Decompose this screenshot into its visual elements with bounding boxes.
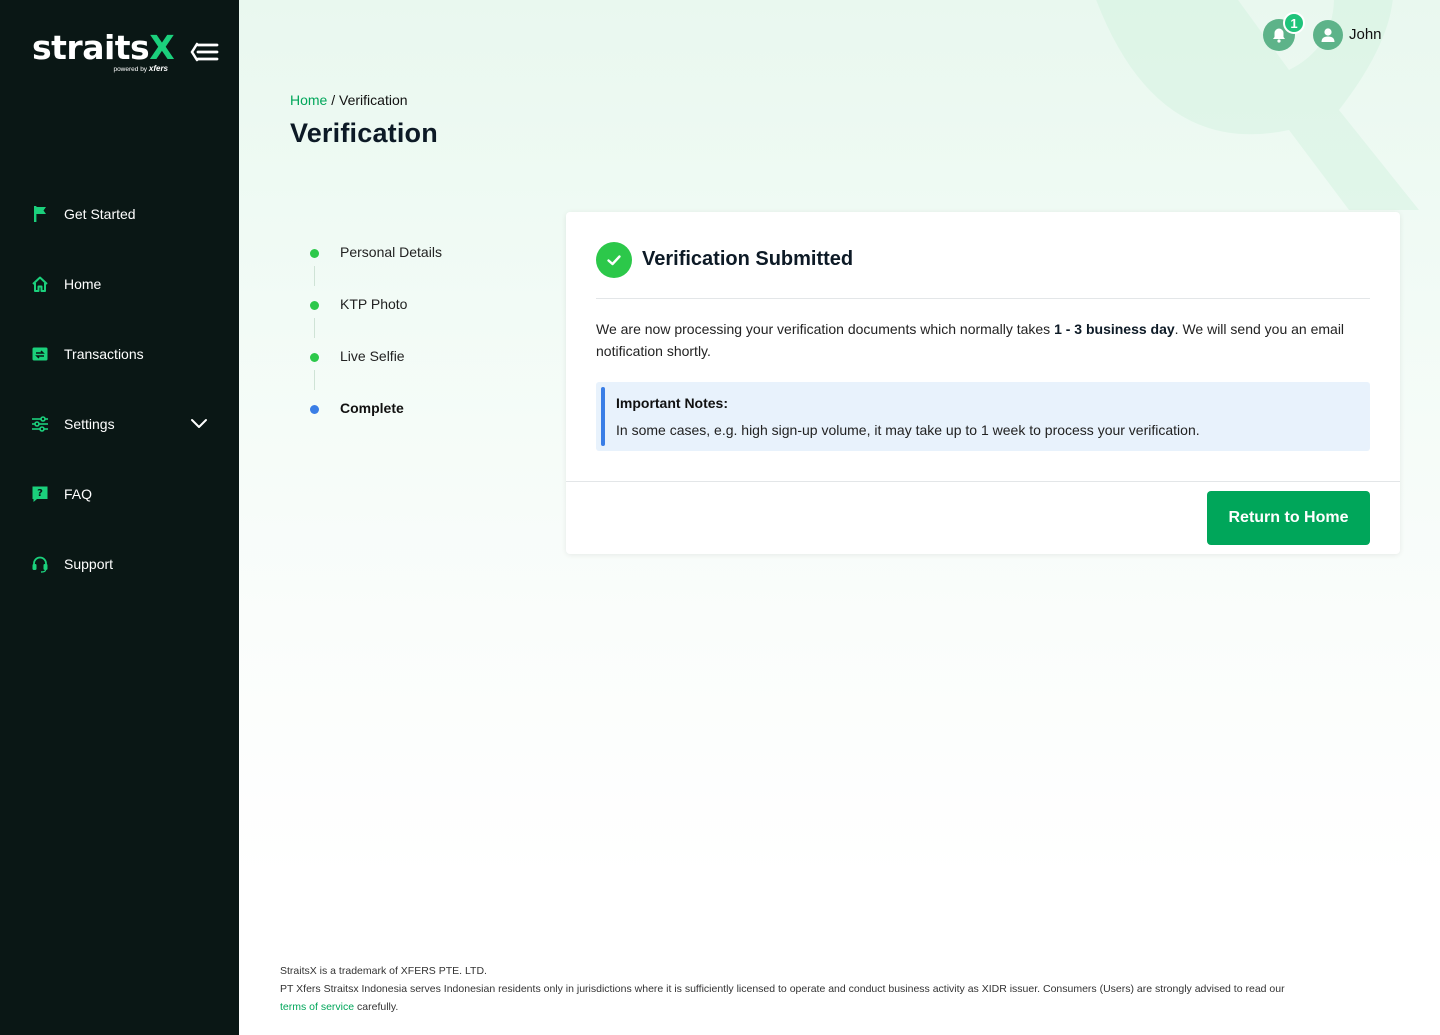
sliders-icon [30, 414, 50, 434]
breadcrumb-separator: / [331, 92, 336, 108]
card-message: We are now processing your verification … [596, 321, 1345, 359]
user-avatar-icon[interactable] [1313, 20, 1343, 50]
logo-powered-by: powered by xfers [113, 64, 168, 73]
important-notes-box: Important Notes: In some cases, e.g. hig… [596, 382, 1370, 451]
breadcrumb: Home / Verification [290, 92, 408, 108]
step-ktp-photo: KTP Photo [309, 292, 529, 344]
check-circle-icon [596, 242, 632, 278]
sidebar: straitsX powered by xfers Get Started Ho… [0, 0, 239, 1035]
step-connector [314, 266, 315, 286]
step-done-dot [310, 301, 319, 310]
user-name[interactable]: John [1349, 26, 1382, 43]
sidebar-item-label: Transactions [64, 346, 144, 362]
card-divider [596, 298, 1370, 299]
home-icon [30, 274, 50, 294]
step-label: Personal Details [340, 244, 442, 260]
processing-time: 1 - 3 business day [1054, 321, 1175, 337]
svg-text:?: ? [37, 488, 43, 499]
page-title: Verification [290, 118, 438, 148]
sidebar-item-settings[interactable]: Settings [0, 389, 239, 459]
breadcrumb-home-link[interactable]: Home [290, 92, 327, 108]
transactions-icon [30, 344, 50, 364]
step-label: Complete [340, 400, 404, 416]
footer-tos-line: terms of service carefully. [280, 1001, 399, 1013]
step-connector [314, 318, 315, 338]
notes-body: In some cases, e.g. high sign-up volume,… [616, 422, 1200, 438]
sidebar-item-label: Settings [64, 416, 115, 432]
step-done-dot [310, 249, 319, 258]
sidebar-item-home[interactable]: Home [0, 249, 239, 319]
notification-count-badge[interactable]: 1 [1283, 12, 1305, 34]
card-title: Verification Submitted [642, 248, 854, 270]
terms-of-service-link[interactable]: terms of service [280, 1001, 354, 1013]
sidebar-item-transactions[interactable]: Transactions [0, 319, 239, 389]
sidebar-item-faq[interactable]: ? FAQ [0, 459, 239, 529]
verification-submitted-card: Verification Submitted We are now proces… [566, 212, 1400, 554]
return-to-home-button[interactable]: Return to Home [1207, 491, 1370, 545]
straitsx-logo[interactable]: straitsX powered by xfers [32, 28, 175, 75]
logo-wordmark: straitsX [32, 28, 175, 67]
notes-accent-bar [601, 387, 605, 446]
flag-icon [30, 204, 50, 224]
step-current-dot [310, 405, 319, 414]
main-content: 1 John Home / Verification Verification … [239, 0, 1440, 1035]
step-label: KTP Photo [340, 296, 408, 312]
breadcrumb-current: Verification [339, 92, 408, 108]
notes-title: Important Notes: [616, 395, 728, 411]
sidebar-item-label: Home [64, 276, 102, 292]
sidebar-item-label: Support [64, 556, 114, 572]
step-label: Live Selfie [340, 348, 405, 364]
faq-icon: ? [30, 484, 50, 504]
headset-icon [30, 554, 50, 574]
footer-legal: PT Xfers Straitsx Indonesia serves Indon… [280, 983, 1285, 995]
sidebar-nav: Get Started Home Transactions Settings ?… [0, 179, 239, 599]
sidebar-item-support[interactable]: Support [0, 529, 239, 599]
card-footer-divider [566, 481, 1400, 482]
chevron-down-icon[interactable] [189, 413, 209, 433]
step-connector [314, 370, 315, 390]
sidebar-item-label: FAQ [64, 486, 93, 502]
verification-stepper: Personal Details KTP Photo Live Selfie C… [309, 240, 529, 448]
footer-trademark: StraitsX is a trademark of XFERS PTE. LT… [280, 965, 487, 977]
step-complete: Complete [309, 396, 529, 448]
sidebar-item-get-started[interactable]: Get Started [0, 179, 239, 249]
step-live-selfie: Live Selfie [309, 344, 529, 396]
sidebar-item-label: Get Started [64, 206, 136, 222]
step-personal-details: Personal Details [309, 240, 529, 292]
menu-collapse-icon[interactable] [190, 40, 220, 64]
step-done-dot [310, 353, 319, 362]
footer-disclaimer: StraitsX is a trademark of XFERS PTE. LT… [280, 962, 1420, 1016]
